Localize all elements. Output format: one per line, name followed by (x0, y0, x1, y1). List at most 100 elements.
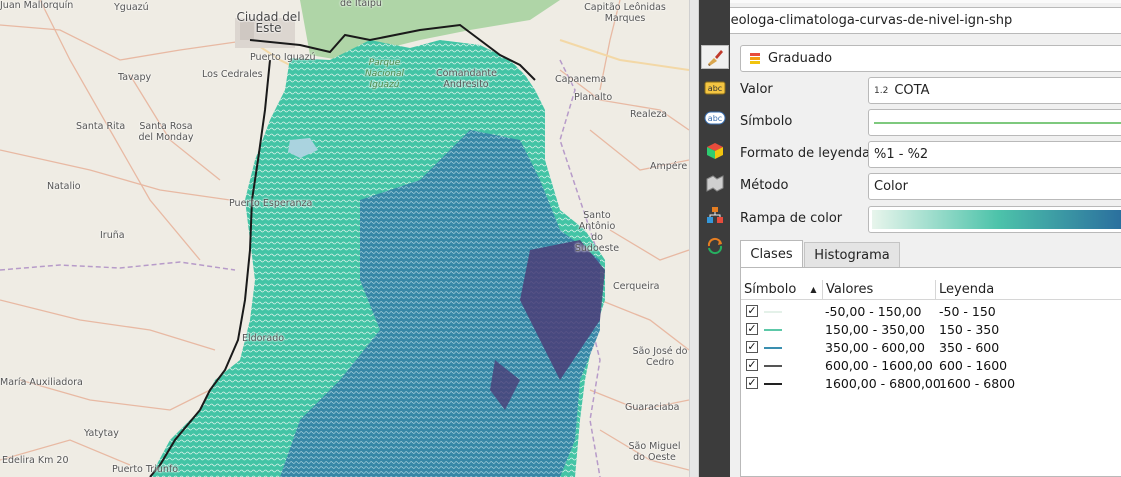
place-label: Santo Antônio do Sudoeste (574, 210, 620, 254)
row-legend: 1600 - 6800 (939, 376, 1016, 391)
row-checkbox[interactable]: ✓ (746, 377, 758, 389)
place-label: Tavapy (118, 72, 152, 83)
place-label: Los Cedrales (202, 69, 263, 80)
place-label: Santa Rita (76, 121, 126, 132)
row-values: 600,00 - 1600,00 (825, 358, 933, 373)
place-label-city: Ciudad del Este (236, 10, 301, 35)
metodo-label: Método (740, 178, 789, 193)
formato-label: Formato de leyenda (740, 146, 871, 161)
rampa-label: Rampa de color (740, 211, 843, 226)
row-symbol-line[interactable] (764, 347, 782, 349)
table-row[interactable]: ✓ 600,00 - 1600,00 600 - 1600 (741, 357, 1121, 375)
place-label: Comandante Andresito (436, 68, 497, 90)
place-label: Puerto Triunfo (112, 464, 179, 475)
row-symbol-line[interactable] (764, 311, 782, 313)
row-values: 350,00 - 600,00 (825, 340, 925, 355)
place-label: Santa Rosa del Monday (138, 121, 194, 143)
value-field: COTA (894, 83, 930, 98)
symbol-button[interactable] (868, 109, 1121, 136)
place-label: María Auxiliadora (0, 377, 83, 388)
column-header-legend[interactable]: Leyenda (936, 280, 1121, 300)
symbology-tab-button[interactable] (701, 45, 729, 69)
row-symbol-line[interactable] (764, 365, 782, 367)
style-panel-toolstrip: abc abc (699, 0, 730, 477)
panel-top-strip (730, 0, 1121, 3)
color-ramp-preview (872, 210, 1121, 229)
row-checkbox[interactable]: ✓ (746, 305, 758, 317)
place-label: Yguazú (114, 2, 149, 13)
place-label: Natalio (47, 181, 81, 192)
place-label: Capitão Leônidas Marques (584, 2, 666, 24)
row-checkbox[interactable]: ✓ (746, 323, 758, 335)
row-checkbox[interactable]: ✓ (746, 341, 758, 353)
masks-tab-button[interactable]: abc (702, 106, 728, 130)
place-label: Yatytay (84, 428, 119, 439)
sort-ascending-icon: ▲ (810, 285, 817, 294)
classes-table[interactable]: Símbolo ▲ Valores Leyenda ✓ -50,00 - 150… (740, 267, 1121, 477)
place-label: de Itaipu (340, 0, 382, 9)
color-ramp-button[interactable] (868, 206, 1121, 233)
row-legend: 150 - 350 (939, 322, 1000, 337)
place-label: Cerqueira (613, 281, 660, 292)
place-label: Juan Mallorquín (0, 0, 74, 11)
header-symbol-label: Símbolo (744, 282, 797, 297)
place-label: Guaraciaba (625, 402, 680, 413)
table-row[interactable]: ✓ 350,00 - 600,00 350 - 600 (741, 339, 1121, 357)
layer-styling-panel: ╲ᐟ geologa-climatologa-curvas-de-nivel-i… (730, 0, 1121, 477)
place-label: Planalto (574, 92, 613, 103)
tab-histograma[interactable]: Histograma (804, 242, 900, 268)
row-values: 150,00 - 350,00 (825, 322, 925, 337)
table-row[interactable]: ✓ 150,00 - 350,00 150 - 350 (741, 321, 1121, 339)
column-header-symbol[interactable]: Símbolo ▲ (741, 280, 823, 300)
row-legend: -50 - 150 (939, 304, 996, 319)
fields-tab-button[interactable] (702, 203, 728, 227)
legend-format-input[interactable]: %1 - %2 (868, 141, 1121, 168)
paintbrush-icon (708, 50, 723, 66)
cube-3d-icon (707, 143, 723, 159)
3d-view-tab-button[interactable] (702, 139, 728, 163)
row-values: -50,00 - 150,00 (825, 304, 922, 319)
place-label-park: Parque Nacional Iguazú (365, 58, 404, 90)
row-legend: 350 - 600 (939, 340, 1000, 355)
map-layer-icon (706, 175, 724, 192)
renderer-select[interactable]: Graduado (740, 45, 1121, 72)
place-label: Realeza (630, 109, 668, 120)
place-label: Eldorado (242, 333, 285, 344)
place-label: São José do Cedro (632, 346, 688, 368)
graduated-renderer-icon (750, 52, 760, 64)
tab-clases[interactable]: Clases (740, 240, 803, 268)
row-values: 1600,00 - 6800,00 (825, 376, 941, 391)
row-checkbox[interactable]: ✓ (746, 359, 758, 371)
history-arrows-icon (707, 237, 723, 255)
row-symbol-line[interactable] (764, 329, 782, 331)
place-label: Iruña (100, 230, 125, 241)
label-abc-icon: abc (704, 81, 726, 95)
valor-label: Valor (740, 82, 773, 97)
layer-select[interactable]: ╲ᐟ geologa-climatologa-curvas-de-nivel-i… (730, 7, 1121, 34)
place-label: Ampére (650, 161, 688, 172)
svg-text:abc: abc (708, 114, 722, 123)
row-symbol-line[interactable] (764, 383, 782, 385)
simbolo-label: Símbolo (740, 114, 793, 129)
diagram-icon (707, 207, 723, 223)
labels-tab-button[interactable]: abc (702, 76, 728, 100)
numeric-field-icon: 1.2 (874, 85, 889, 96)
mask-abc-icon: abc (704, 111, 726, 125)
map-canvas[interactable]: Juan Mallorquín Yguazú Ciudad del Este d… (0, 0, 689, 477)
place-label: Puerto Iguazú (250, 52, 316, 63)
history-tab-button[interactable] (702, 234, 728, 258)
layer-name: geologa-climatologa-curvas-de-nivel-ign-… (730, 13, 1013, 28)
column-header-values[interactable]: Valores (823, 280, 936, 300)
table-row[interactable]: ✓ 1600,00 - 6800,00 1600 - 6800 (741, 375, 1121, 393)
renderer-type: Graduado (768, 51, 833, 66)
place-label: Capanema (555, 74, 607, 85)
diagrams-tab-button[interactable] (702, 171, 728, 195)
panel-splitter[interactable] (689, 0, 699, 477)
place-label: São Miguel do Oeste (628, 441, 681, 463)
symbol-preview-line (874, 121, 1121, 124)
place-label: Puerto Esperanza (229, 198, 313, 209)
value-field-select[interactable]: 1.2 COTA (868, 77, 1121, 104)
place-label: Edelira Km 20 (2, 455, 69, 466)
table-row[interactable]: ✓ -50,00 - 150,00 -50 - 150 (741, 303, 1121, 321)
method-select[interactable]: Color (868, 173, 1121, 200)
